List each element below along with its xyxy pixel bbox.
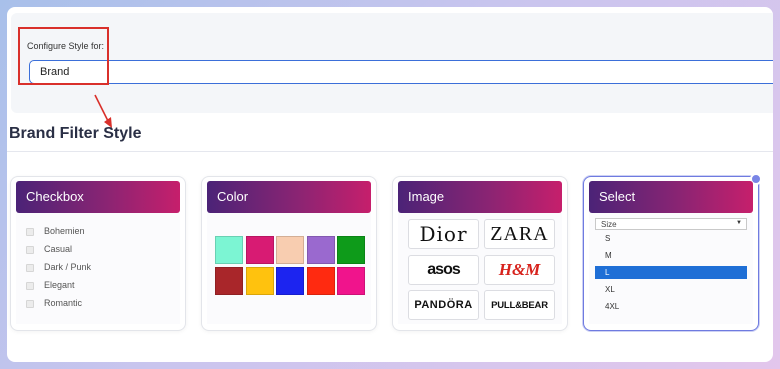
color-card-header: Color <box>207 181 371 213</box>
brand-logo-asos[interactable]: asos <box>408 255 479 285</box>
divider <box>7 151 773 152</box>
brand-logo-dior[interactable]: Dior <box>408 219 479 249</box>
size-dropdown-value: Size <box>601 220 617 229</box>
dropdown-option[interactable]: S <box>595 232 747 245</box>
size-dropdown[interactable]: Size ▼ <box>595 218 747 230</box>
checkbox-label: Dark / Punk <box>44 262 92 272</box>
color-swatch[interactable] <box>276 236 304 264</box>
brand-logo-hm[interactable]: H&M <box>484 255 555 285</box>
checkbox-icon[interactable] <box>26 228 34 236</box>
select-card-header: Select <box>589 181 753 213</box>
image-card-body: Dior ZARA asos H&M PANDÖRA PULL&BEAR <box>398 213 562 324</box>
brand-logo-pandora[interactable]: PANDÖRA <box>408 290 479 320</box>
configure-style-select[interactable]: Brand <box>29 60 773 84</box>
brand-logo-pullbear[interactable]: PULL&BEAR <box>484 290 555 320</box>
brand-logo-zara[interactable]: ZARA <box>484 219 555 249</box>
checkbox-icon[interactable] <box>26 282 34 290</box>
checkbox-icon[interactable] <box>26 300 34 308</box>
checkbox-icon[interactable] <box>26 246 34 254</box>
color-swatch[interactable] <box>215 236 243 264</box>
checkbox-icon[interactable] <box>26 264 34 272</box>
color-style-card[interactable]: Color <box>201 176 377 331</box>
app-frame: Configure Style for: Brand Brand Filter … <box>7 7 773 362</box>
color-swatch[interactable] <box>337 236 365 264</box>
color-card-body <box>207 213 371 324</box>
dropdown-option-selected[interactable]: L <box>595 266 747 279</box>
select-card-body: Size ▼ S M L XL 4XL <box>589 213 753 324</box>
checkbox-card-body: Bohemien Casual Dark / Punk Elegant Roma… <box>16 213 180 324</box>
color-swatch[interactable] <box>306 267 335 295</box>
color-swatch[interactable] <box>306 236 335 264</box>
dropdown-option[interactable]: M <box>595 249 747 262</box>
configure-style-label: Configure Style for: <box>27 41 105 51</box>
color-swatch[interactable] <box>245 267 274 295</box>
image-card-header: Image <box>398 181 562 213</box>
page-title: Brand Filter Style <box>9 125 142 142</box>
checkbox-label: Elegant <box>44 280 75 290</box>
color-swatch[interactable] <box>337 267 365 295</box>
config-panel: Configure Style for: Brand <box>11 13 773 113</box>
image-style-card[interactable]: Image Dior ZARA asos H&M PANDÖRA PULL&BE… <box>392 176 568 331</box>
checkbox-label: Bohemien <box>44 226 85 236</box>
dropdown-option[interactable]: XL <box>595 283 747 296</box>
color-swatch[interactable] <box>276 267 304 295</box>
checkbox-style-card[interactable]: Checkbox Bohemien Casual Dark / Punk Ele… <box>10 176 186 331</box>
select-style-card[interactable]: Select Size ▼ S M L XL 4XL <box>583 173 762 331</box>
checkbox-label: Romantic <box>44 298 83 308</box>
chevron-down-icon: ▼ <box>736 220 742 226</box>
color-swatch[interactable] <box>245 236 274 264</box>
dropdown-option[interactable]: 4XL <box>595 300 747 313</box>
checkbox-card-header: Checkbox <box>16 181 180 213</box>
checkbox-label: Casual <box>44 244 73 254</box>
color-swatch[interactable] <box>215 267 243 295</box>
